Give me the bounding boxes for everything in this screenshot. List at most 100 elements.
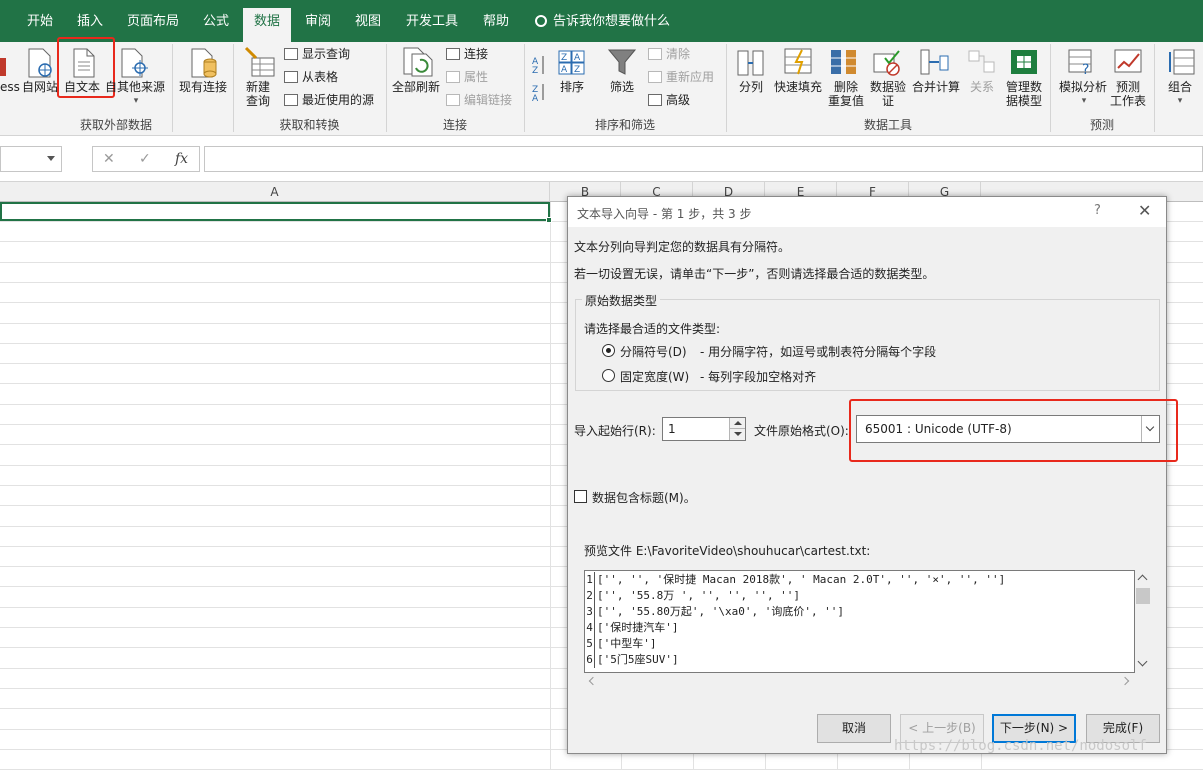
- what-if-analysis-button[interactable]: 模拟分析: [1054, 80, 1112, 94]
- advanced-filter-icon: [648, 94, 662, 106]
- refresh-all-icon: [402, 46, 434, 81]
- refresh-all-button[interactable]: 全部刷新: [390, 80, 442, 94]
- remove-duplicates-button[interactable]: 删除 重复值: [826, 80, 866, 108]
- forecast-sheet-button[interactable]: 预测 工作表: [1108, 80, 1148, 108]
- column-header-a[interactable]: A: [0, 182, 550, 202]
- preview-horizontal-scrollbar[interactable]: [584, 673, 1135, 689]
- chevron-down-icon: ▾: [1081, 96, 1087, 106]
- row-number: 2: [585, 588, 595, 604]
- advanced-filter-button[interactable]: 高级: [648, 92, 690, 108]
- fixed-width-radio[interactable]: [602, 369, 615, 382]
- from-other-sources-button[interactable]: 自其他来源: [103, 80, 167, 94]
- start-row-label: 导入起始行(R):: [574, 424, 656, 438]
- preview-row: 5 ['中型车']: [585, 636, 1133, 652]
- properties-label: 属性: [464, 70, 489, 84]
- selected-cell[interactable]: [0, 202, 552, 223]
- svg-text:Z: Z: [561, 53, 567, 63]
- what-if-icon: ?: [1068, 48, 1098, 79]
- fill-handle[interactable]: [546, 217, 552, 223]
- recent-sources-button[interactable]: 最近使用的源: [284, 92, 374, 108]
- cancel-button[interactable]: 取消: [817, 714, 891, 743]
- fixed-width-label[interactable]: 固定宽度(W): [620, 368, 689, 385]
- original-data-type-group: 原始数据类型 请选择最合适的文件类型: 分隔符号(D) - 用分隔字符，如逗号或…: [575, 292, 1160, 391]
- scroll-left-icon[interactable]: [588, 676, 598, 686]
- sort-button[interactable]: 排序: [554, 80, 590, 94]
- group-label-forecast: 预测: [1089, 118, 1114, 132]
- headers-checkbox[interactable]: [574, 490, 587, 503]
- clear-filter-button[interactable]: 清除: [648, 46, 690, 62]
- scroll-right-icon[interactable]: [1120, 676, 1130, 686]
- tab-data[interactable]: 数据: [243, 8, 291, 42]
- cancel-icon[interactable]: ✕: [103, 151, 115, 167]
- tab-view[interactable]: 视图: [346, 8, 390, 42]
- row-number: 6: [585, 652, 595, 668]
- filter-button[interactable]: 筛选: [604, 80, 640, 94]
- row-text: ['保时捷汽车']: [597, 621, 679, 634]
- chevron-down-icon: [47, 156, 55, 161]
- scroll-up-icon[interactable]: [1137, 574, 1148, 585]
- relationships-button[interactable]: 关系: [966, 80, 998, 94]
- close-icon[interactable]: ✕: [1138, 201, 1151, 220]
- preview-row: 4 ['保时捷汽车']: [585, 620, 1133, 636]
- show-queries-button[interactable]: 显示查询: [284, 46, 350, 62]
- preview-vertical-scrollbar[interactable]: [1135, 570, 1151, 673]
- new-query-button[interactable]: 新建 查询: [236, 80, 280, 108]
- ribbon: ess 自网站 自文本 自其他来源 ▾ 现有连接 获取外部数据 新建 查询 显示…: [0, 37, 1203, 136]
- start-row-stepper[interactable]: 1: [662, 417, 746, 441]
- spin-down-icon[interactable]: [729, 429, 745, 440]
- tab-formulas[interactable]: 公式: [192, 8, 240, 42]
- manage-data-model-button[interactable]: 管理数 据模型: [1002, 80, 1046, 108]
- text-to-columns-icon: [737, 50, 765, 79]
- preview-pane[interactable]: 1 ['', '', '保时捷 Macan 2018款', ' Macan 2.0…: [584, 570, 1135, 673]
- ribbon-tab-bar: 开始 插入 页面布局 公式 数据 审阅 视图 开发工具 帮助 告诉我你想要做什么: [0, 0, 1203, 42]
- flash-fill-button[interactable]: 快速填充: [772, 80, 824, 94]
- group-title: 原始数据类型: [582, 292, 661, 309]
- spin-up-icon[interactable]: [729, 418, 745, 429]
- scroll-down-icon[interactable]: [1137, 656, 1148, 667]
- highlight-file-origin: [849, 399, 1178, 462]
- reapply-button[interactable]: 重新应用: [648, 69, 714, 85]
- show-queries-label: 显示查询: [302, 47, 351, 61]
- preview-file-label: 预览文件 E:\FavoriteVideo\shouhucar\cartest.…: [584, 544, 871, 558]
- headers-label[interactable]: 数据包含标题(M)。: [592, 489, 696, 506]
- tab-review[interactable]: 审阅: [296, 8, 340, 42]
- insert-function-icon[interactable]: fx: [175, 151, 188, 167]
- properties-button[interactable]: 属性: [446, 69, 488, 85]
- svg-text:?: ?: [1082, 62, 1089, 76]
- from-access-button[interactable]: ess: [0, 80, 20, 94]
- tab-help[interactable]: 帮助: [474, 8, 518, 42]
- dialog-title: 文本导入向导 - 第 1 步，共 3 步: [577, 207, 752, 221]
- reapply-icon: [648, 71, 662, 83]
- from-web-button[interactable]: 自网站: [20, 80, 60, 94]
- tab-page-layout[interactable]: 页面布局: [118, 8, 188, 42]
- group-label-get-external-data: 获取外部数据: [79, 118, 152, 132]
- preview-row: 6 ['5门5座SUV']: [585, 652, 1133, 668]
- group-button[interactable]: 组合: [1160, 80, 1200, 94]
- name-box[interactable]: [0, 146, 62, 172]
- row-text: ['', '55.8万 ', '', '', '', '']: [597, 589, 801, 602]
- delimited-label[interactable]: 分隔符号(D): [620, 343, 687, 360]
- edit-links-label: 编辑链接: [464, 93, 513, 107]
- new-query-icon: [244, 46, 276, 81]
- from-table-button[interactable]: 从表格: [284, 69, 338, 85]
- relationships-icon: [968, 50, 996, 77]
- consolidate-button[interactable]: 合并计算: [910, 80, 962, 94]
- grid-icon: [284, 71, 298, 83]
- scroll-thumb[interactable]: [1136, 588, 1150, 604]
- group-label-sort-filter: 排序和筛选: [594, 118, 655, 132]
- delimited-radio[interactable]: [602, 344, 615, 357]
- fixed-width-description: - 每列字段加空格对齐: [700, 370, 817, 384]
- existing-connections-button[interactable]: 现有连接: [176, 80, 230, 94]
- tab-developer[interactable]: 开发工具: [398, 8, 466, 42]
- data-validation-button[interactable]: 数据验 证: [866, 80, 910, 108]
- enter-icon[interactable]: ✓: [139, 151, 151, 167]
- help-icon[interactable]: ?: [1094, 203, 1101, 218]
- svg-text:A: A: [532, 94, 539, 102]
- tell-me-box[interactable]: 告诉我你想要做什么: [535, 8, 670, 36]
- svg-text:A: A: [574, 53, 581, 63]
- connections-button[interactable]: 连接: [446, 46, 488, 62]
- text-to-columns-button[interactable]: 分列: [733, 80, 769, 94]
- edit-links-button[interactable]: 编辑链接: [446, 92, 512, 108]
- clear-filter-label: 清除: [666, 47, 691, 61]
- formula-input[interactable]: [204, 146, 1203, 172]
